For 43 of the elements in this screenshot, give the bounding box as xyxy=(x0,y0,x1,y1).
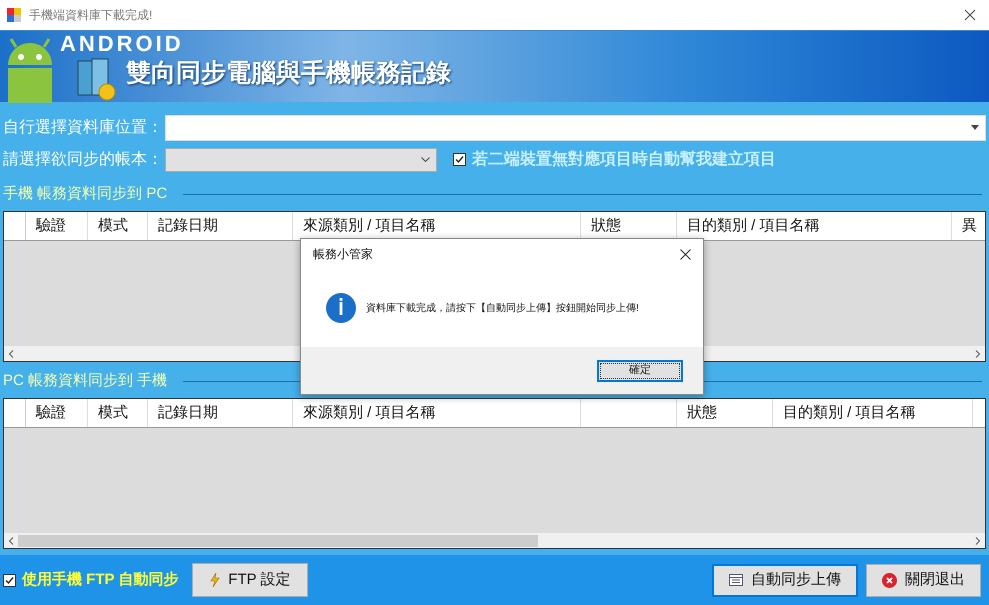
logo-text: ANDROID xyxy=(60,33,184,55)
column-header[interactable]: 模式 xyxy=(88,399,148,427)
books-icon xyxy=(76,57,118,101)
lightning-icon xyxy=(210,573,220,587)
close-icon[interactable] xyxy=(964,9,976,21)
dialog-title: 帳務小管家 xyxy=(313,246,373,263)
column-header[interactable]: 異 xyxy=(952,212,985,240)
table-icon xyxy=(729,574,743,586)
scroll-right-icon[interactable] xyxy=(975,536,981,544)
dialog-message: 資料庫下載完成，請按下【自動同步上傳】按鈕開始同步上傳! xyxy=(366,302,639,316)
column-header[interactable]: 驗證 xyxy=(26,399,88,427)
checkmark-icon xyxy=(5,576,14,584)
scroll-left-icon[interactable] xyxy=(8,350,14,358)
banner-title: 雙向同步電腦與手機帳務記錄 xyxy=(126,61,451,86)
app-icon xyxy=(7,8,21,22)
close-circle-icon xyxy=(882,572,897,588)
section-title: PC 帳務資料同步到 手機 xyxy=(3,370,168,391)
horizontal-scrollbar[interactable] xyxy=(4,533,985,548)
column-header[interactable]: 狀態 xyxy=(677,399,773,427)
scroll-right-icon[interactable] xyxy=(975,350,981,358)
column-header[interactable]: 記錄日期 xyxy=(148,399,293,427)
checkmark-icon xyxy=(455,155,464,164)
chevron-down-icon xyxy=(421,157,430,162)
info-icon xyxy=(326,293,356,323)
close-icon[interactable] xyxy=(680,248,691,260)
section-title: 手機 帳務資料同步到 PC xyxy=(3,184,168,204)
exit-button[interactable]: 關閉退出 xyxy=(866,564,981,596)
ftp-settings-button[interactable]: FTP 設定 xyxy=(192,563,308,597)
dropdown-arrow-icon xyxy=(971,125,979,130)
checkbox[interactable] xyxy=(3,574,16,586)
scroll-thumb[interactable] xyxy=(18,534,538,546)
ok-button[interactable]: 確定 xyxy=(597,360,683,382)
upload-button[interactable]: 自動同步上傳 xyxy=(712,564,858,596)
column-header[interactable]: 模式 xyxy=(88,212,148,240)
window-title: 手機端資料庫下載完成! xyxy=(29,7,152,24)
scroll-left-icon[interactable] xyxy=(8,536,14,544)
column-header[interactable]: 目的類別 / 項目名稱 xyxy=(773,399,973,427)
field-label: 自行選擇資料庫位置： xyxy=(3,118,164,138)
field-label: 請選擇欲同步的帳本： xyxy=(3,150,164,170)
column-header[interactable]: 來源類別 / 項目名稱 xyxy=(293,399,581,427)
checkbox[interactable] xyxy=(453,153,466,166)
column-header[interactable]: 記錄日期 xyxy=(148,212,293,240)
column-header[interactable]: 驗證 xyxy=(26,212,88,240)
